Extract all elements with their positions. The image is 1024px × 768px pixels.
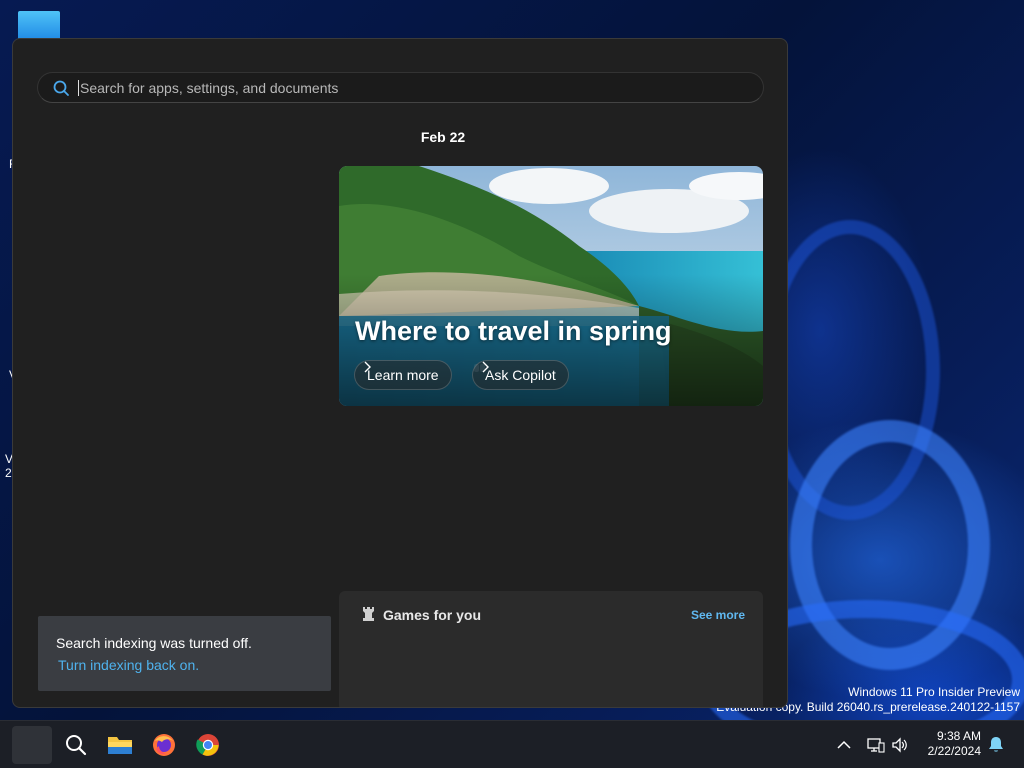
chevron-up-icon	[837, 740, 851, 749]
learn-more-label: Learn more	[367, 367, 439, 383]
chevron-right-icon	[364, 361, 371, 373]
chrome-icon	[196, 734, 219, 756]
search-icon	[66, 735, 87, 756]
search-highlight-card[interactable]: Where to travel in spring Learn more Ask…	[339, 166, 763, 406]
clock-date: 2/22/2024	[927, 744, 981, 758]
taskbar-search-button[interactable]	[56, 726, 96, 764]
firefox-icon	[153, 734, 175, 756]
games-for-you-card: Games for you See more	[339, 591, 763, 707]
chevron-right-icon	[482, 361, 489, 373]
volume-button[interactable]	[890, 735, 910, 755]
start-button[interactable]	[12, 726, 52, 764]
see-more-link[interactable]: See more	[691, 608, 745, 622]
search-flyout: Feb 22	[12, 38, 788, 708]
file-explorer-icon	[108, 737, 132, 754]
indexing-notice: Search indexing was turned off. Turn ind…	[38, 616, 331, 691]
show-hidden-icons-button[interactable]	[834, 735, 854, 755]
indexing-message: Search indexing was turned off.	[56, 635, 252, 651]
search-icon	[53, 80, 69, 96]
turn-indexing-on-link[interactable]: Turn indexing back on.	[58, 657, 199, 673]
firefox-button[interactable]	[144, 726, 184, 764]
search-input[interactable]	[78, 79, 718, 96]
chrome-button[interactable]	[188, 726, 228, 764]
learn-more-button[interactable]: Learn more	[354, 360, 452, 390]
ask-copilot-label: Ask Copilot	[485, 367, 556, 383]
desktop-folder-icon[interactable]	[18, 11, 60, 41]
highlights-date: Feb 22	[420, 129, 466, 145]
search-box[interactable]	[37, 72, 764, 103]
file-explorer-button[interactable]	[100, 726, 140, 764]
network-button[interactable]	[866, 735, 886, 755]
chess-rook-icon	[363, 607, 374, 621]
network-icon	[867, 738, 885, 753]
games-title: Games for you	[383, 607, 482, 623]
hero-title: Where to travel in spring	[355, 316, 672, 346]
clock-time: 9:38 AM	[936, 729, 981, 743]
taskbar: 9:38 AM 2/22/2024	[0, 720, 1024, 768]
speaker-icon	[892, 737, 907, 753]
bell-icon	[989, 737, 1003, 752]
notifications-button[interactable]	[986, 735, 1006, 755]
ask-copilot-button[interactable]: Ask Copilot	[472, 360, 569, 390]
taskbar-clock[interactable]: 9:38 AM 2/22/2024	[928, 729, 981, 759]
